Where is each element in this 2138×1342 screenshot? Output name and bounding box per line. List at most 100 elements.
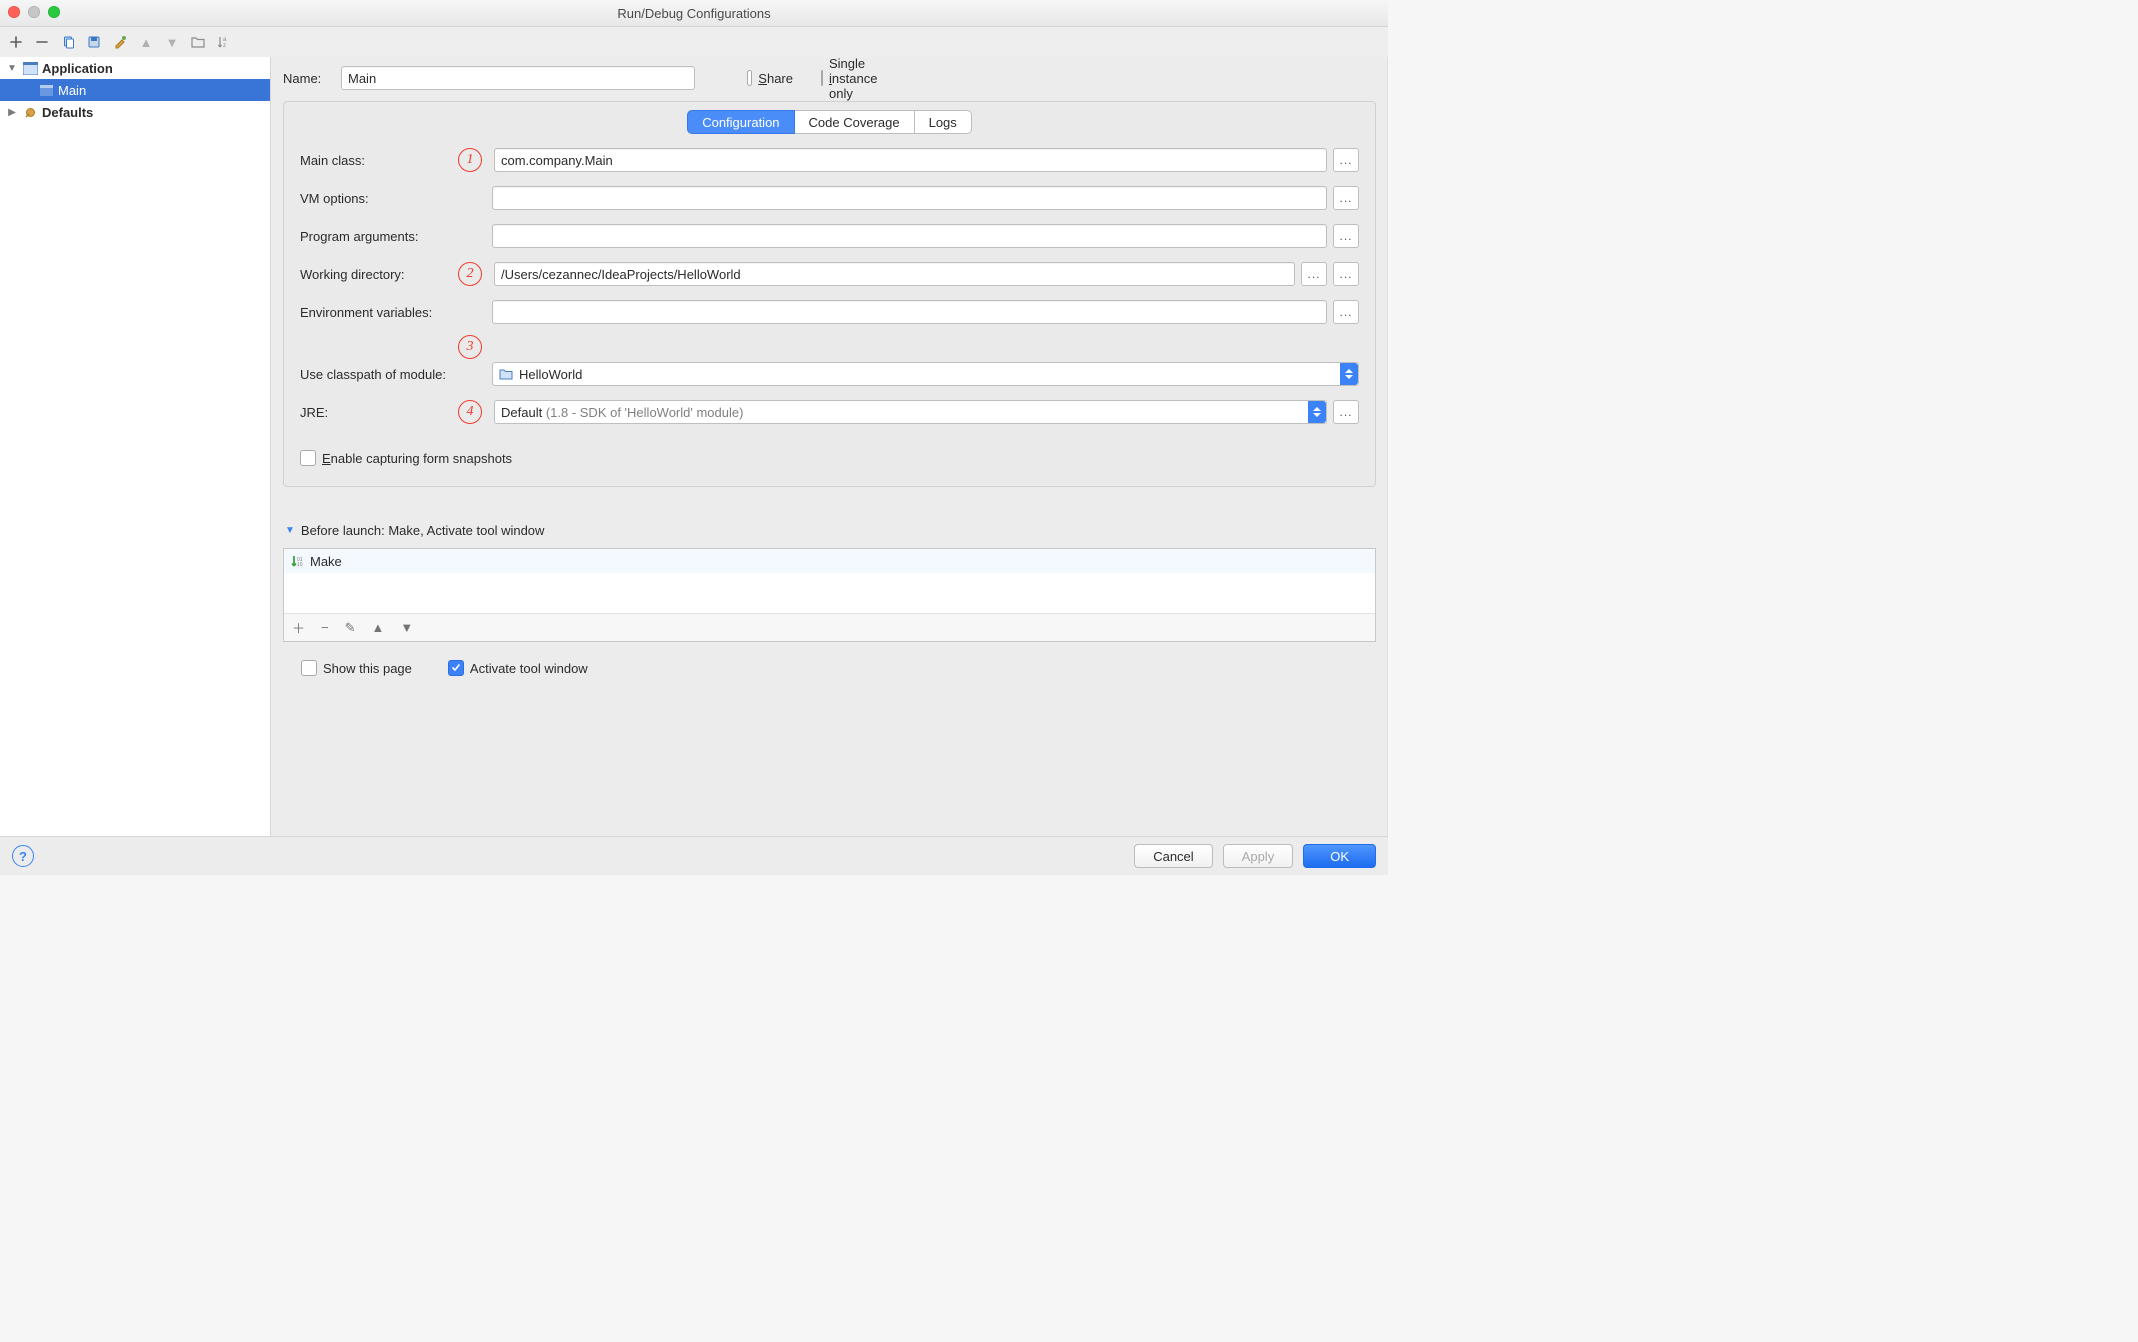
disclosure-triangle-icon[interactable]: ▼ — [285, 525, 295, 536]
bl-move-up-icon[interactable]: ▲ — [372, 620, 385, 635]
environment-variables-input[interactable] — [492, 300, 1327, 324]
program-arguments-expand-button[interactable]: ... — [1333, 224, 1359, 248]
vm-options-expand-button[interactable]: ... — [1333, 186, 1359, 210]
row-environment-variables: Environment variables: ... — [300, 300, 1359, 324]
save-config-icon[interactable] — [86, 34, 102, 50]
bl-move-down-icon[interactable]: ▼ — [400, 620, 413, 635]
tab-logs[interactable]: Logs — [915, 110, 972, 134]
configurations-tree: ▼ Application Main ▶ — [0, 57, 271, 836]
callout-1: 1 — [458, 148, 482, 172]
main-class-label: Main class: — [300, 153, 450, 168]
bl-remove-icon[interactable]: − — [321, 620, 329, 635]
main-class-input[interactable] — [494, 148, 1327, 172]
before-launch-item-label: Make — [310, 554, 342, 569]
vm-options-input[interactable] — [492, 186, 1327, 210]
module-classpath-value: HelloWorld — [519, 367, 582, 382]
working-directory-label: Working directory: — [300, 267, 450, 282]
before-launch-header[interactable]: ▼ Before launch: Make, Activate tool win… — [283, 517, 1376, 540]
edit-defaults-icon[interactable] — [112, 34, 128, 50]
single-instance-checkbox[interactable]: Single instance only — [821, 56, 867, 101]
vm-options-label: VM options: — [300, 191, 450, 206]
tree-node-application[interactable]: ▼ Application — [0, 57, 270, 79]
enable-form-snapshots-checkbox[interactable]: Enable capturing form snapshots — [300, 450, 512, 466]
activate-tool-window-checkbox[interactable]: Activate tool window — [448, 660, 588, 676]
environment-variables-label: Environment variables: — [300, 305, 450, 320]
before-launch-item[interactable]: 0110 Make — [284, 549, 1375, 573]
name-input[interactable] — [341, 66, 695, 90]
tree-node-main[interactable]: Main — [0, 79, 270, 101]
program-arguments-label: Program arguments: — [300, 229, 450, 244]
run-config-icon — [38, 82, 54, 98]
run-debug-configurations-dialog: Run/Debug Configurations ▲ ▼ az ▼ Applic… — [0, 0, 1388, 875]
activate-tool-window-label: Activate tool window — [470, 661, 588, 676]
bl-edit-icon[interactable]: ✎ — [345, 620, 356, 636]
share-label: Share — [758, 71, 793, 86]
tree-node-label: Main — [58, 83, 86, 98]
show-this-page-checkbox[interactable]: Show this page — [301, 660, 412, 676]
minimize-window-button[interactable] — [28, 6, 40, 18]
callout-4: 4 — [458, 400, 482, 424]
jre-browse-button[interactable]: ... — [1333, 400, 1359, 424]
ok-button[interactable]: OK — [1303, 844, 1376, 868]
svg-text:10: 10 — [297, 562, 303, 568]
window-controls — [8, 6, 60, 18]
module-classpath-label: Use classpath of module: — [300, 367, 450, 382]
before-launch-toolbar: ＋ − ✎ ▲ ▼ — [284, 613, 1375, 641]
callout-2: 2 — [458, 262, 482, 286]
close-window-button[interactable] — [8, 6, 20, 18]
working-directory-input[interactable] — [494, 262, 1295, 286]
working-directory-vars-button[interactable]: ... — [1333, 262, 1359, 286]
row-jre: JRE: 4 Default (1.8 - SDK of 'HelloWorld… — [300, 400, 1359, 424]
single-instance-label: Single instance only — [829, 56, 877, 101]
tree-node-defaults[interactable]: ▶ Defaults — [0, 101, 270, 123]
environment-variables-edit-button[interactable]: ... — [1333, 300, 1359, 324]
tab-code-coverage[interactable]: Code Coverage — [795, 110, 915, 134]
tree-node-label: Application — [42, 61, 113, 76]
titlebar: Run/Debug Configurations — [0, 0, 1388, 27]
move-up-icon[interactable]: ▲ — [138, 34, 154, 50]
move-down-icon[interactable]: ▼ — [164, 34, 180, 50]
name-row: Name: Share Single instance only — [283, 63, 1376, 93]
name-label: Name: — [283, 71, 329, 86]
defaults-icon — [22, 104, 38, 120]
apply-button[interactable]: Apply — [1223, 844, 1294, 868]
working-directory-browse-button[interactable]: ... — [1301, 262, 1327, 286]
sidebar-toolbar: ▲ ▼ az — [0, 27, 1388, 57]
disclosure-triangle-icon[interactable]: ▶ — [6, 107, 18, 118]
folder-icon[interactable] — [190, 34, 206, 50]
copy-config-icon[interactable] — [60, 34, 76, 50]
sort-alpha-icon[interactable]: az — [216, 34, 232, 50]
bl-add-icon[interactable]: ＋ — [292, 618, 305, 637]
zoom-window-button[interactable] — [48, 6, 60, 18]
enable-form-snapshots-label: Enable capturing form snapshots — [322, 451, 512, 466]
row-main-class: Main class: 1 ... — [300, 148, 1359, 172]
module-classpath-select[interactable]: HelloWorld — [492, 362, 1359, 386]
program-arguments-input[interactable] — [492, 224, 1327, 248]
remove-config-icon[interactable] — [34, 34, 50, 50]
help-button[interactable]: ? — [12, 845, 34, 867]
jre-value: Default (1.8 - SDK of 'HelloWorld' modul… — [501, 405, 743, 420]
select-arrows-icon — [1308, 401, 1326, 423]
jre-label: JRE: — [300, 405, 450, 420]
row-module-classpath: Use classpath of module: HelloWorld — [300, 362, 1359, 386]
application-type-icon — [22, 60, 38, 76]
select-arrows-icon — [1340, 363, 1358, 385]
share-checkbox[interactable]: Share — [747, 70, 793, 86]
tab-configuration[interactable]: Configuration — [687, 110, 794, 134]
jre-select[interactable]: Default (1.8 - SDK of 'HelloWorld' modul… — [494, 400, 1327, 424]
cancel-button[interactable]: Cancel — [1134, 844, 1212, 868]
svg-text:z: z — [223, 43, 226, 49]
row-working-directory: Working directory: 2 ... ... — [300, 262, 1359, 286]
tree-node-label: Defaults — [42, 105, 93, 120]
window-title: Run/Debug Configurations — [617, 6, 770, 21]
config-tabs: Configuration Code Coverage Logs — [284, 102, 1375, 144]
disclosure-triangle-icon[interactable]: ▼ — [6, 63, 18, 74]
row-vm-options: VM options: ... — [300, 186, 1359, 210]
show-this-page-label: Show this page — [323, 661, 412, 676]
callout-3: 3 — [458, 335, 482, 359]
dialog-footer: ? Cancel Apply OK — [0, 836, 1388, 875]
before-launch-title: Before launch: Make, Activate tool windo… — [301, 523, 545, 538]
module-icon — [499, 368, 513, 380]
add-config-icon[interactable] — [8, 34, 24, 50]
main-class-browse-button[interactable]: ... — [1333, 148, 1359, 172]
